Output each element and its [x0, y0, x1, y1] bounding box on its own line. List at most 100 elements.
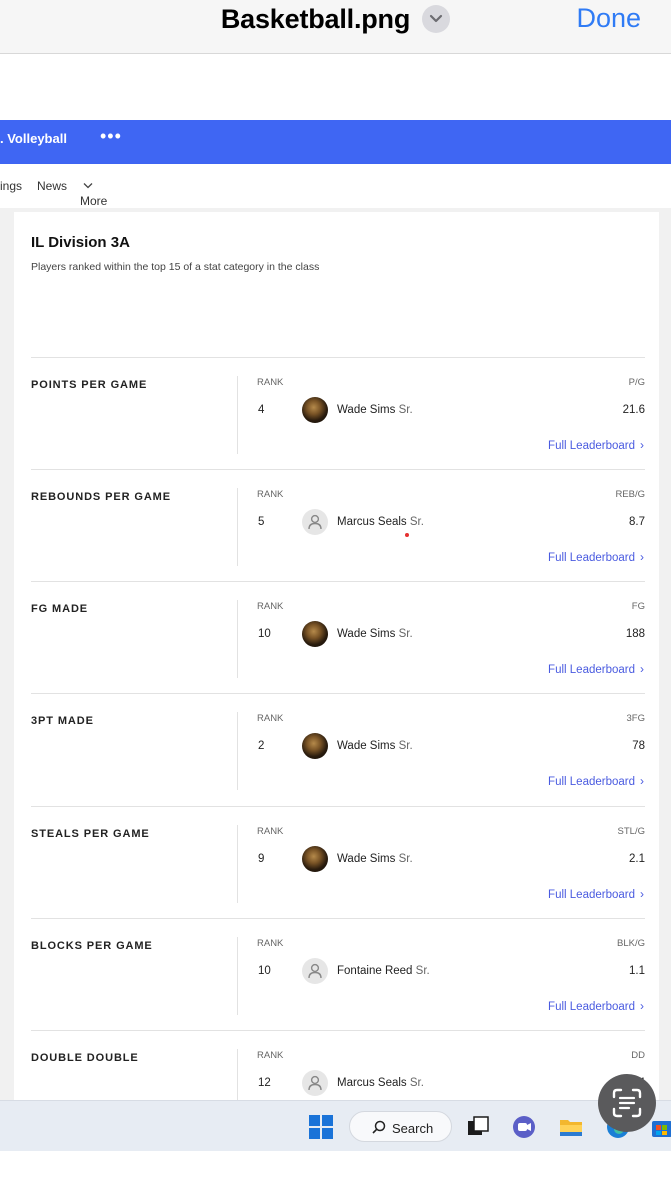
rank-value: 9: [258, 853, 265, 865]
stat-category: 3PT MADE: [31, 715, 94, 727]
player-year: Sr.: [398, 853, 413, 865]
player-name: Fontaine Reed: [337, 965, 413, 977]
rank-value: 10: [258, 628, 271, 640]
divider: [237, 712, 238, 790]
done-button[interactable]: Done: [576, 3, 641, 34]
player-name-link[interactable]: Wade Sims Sr.: [337, 740, 413, 752]
player-avatar[interactable]: [302, 1070, 328, 1096]
search-icon: [372, 1120, 386, 1134]
store-icon[interactable]: [650, 1115, 671, 1139]
stat-category: BLOCKS PER GAME: [31, 940, 153, 952]
player-name: Wade Sims: [337, 628, 396, 640]
player-name: Marcus Seals: [337, 516, 407, 528]
player-name-link[interactable]: Marcus Seals Sr.: [337, 516, 424, 528]
stat-category: FG MADE: [31, 603, 89, 615]
player-avatar[interactable]: [302, 621, 328, 647]
default-user-icon: [308, 963, 322, 979]
rank-header: RANK: [257, 601, 284, 612]
player-avatar[interactable]: [302, 846, 328, 872]
more-dots-icon[interactable]: •••: [100, 126, 122, 147]
site-header: . Volleyball •••: [0, 120, 671, 164]
nav-item-more[interactable]: More: [80, 178, 107, 208]
full-leaderboard-label: Full Leaderboard: [548, 440, 635, 452]
divider: [237, 825, 238, 903]
chevron-down-icon: [83, 178, 93, 192]
chevron-right-icon: ›: [640, 550, 644, 564]
stat-value: 2.1: [629, 853, 645, 865]
task-view-icon[interactable]: [466, 1115, 490, 1139]
player-name: Wade Sims: [337, 853, 396, 865]
file-explorer-icon[interactable]: [559, 1115, 583, 1139]
player-name: Wade Sims: [337, 404, 396, 416]
chevron-down-icon[interactable]: [422, 4, 451, 33]
divider: [237, 937, 238, 1015]
full-leaderboard-link[interactable]: Full Leaderboard ›: [548, 887, 644, 901]
stat-abbreviation: FG: [631, 601, 645, 612]
windows-start-icon[interactable]: [309, 1115, 333, 1139]
full-leaderboard-label: Full Leaderboard: [548, 664, 635, 676]
player-name-link[interactable]: Wade Sims Sr.: [337, 404, 413, 416]
divider: [237, 600, 238, 678]
full-leaderboard-link[interactable]: Full Leaderboard ›: [548, 438, 644, 452]
rank-header: RANK: [257, 489, 284, 500]
rank-value: 2: [258, 740, 265, 752]
nav-item-standings[interactable]: ings: [0, 179, 22, 193]
full-leaderboard-link[interactable]: Full Leaderboard ›: [548, 774, 644, 788]
rank-value: 5: [258, 516, 265, 528]
windows-taskbar: Search: [0, 1100, 671, 1151]
text-scan-icon: [612, 1088, 642, 1118]
nav-item-news[interactable]: News: [37, 179, 67, 193]
player-name: Marcus Seals: [337, 1077, 407, 1089]
stat-category: POINTS PER GAME: [31, 379, 148, 391]
player-year: Sr.: [409, 516, 424, 528]
sport-tab-label[interactable]: . Volleyball: [0, 131, 67, 146]
stat-row: BLOCKS PER GAME RANK BLK/G 10 Fontaine Reed …: [31, 918, 645, 1030]
rank-header: RANK: [257, 938, 284, 949]
chevron-right-icon: ›: [640, 887, 644, 901]
stat-value: 188: [625, 628, 645, 640]
stat-row: FG MADE RANK FG 10 Wade Sims Sr. 188 Full Lead…: [31, 581, 645, 693]
player-year: Sr.: [398, 404, 413, 416]
stat-abbreviation: REB/G: [615, 489, 645, 500]
stat-value: 1.1: [629, 965, 645, 977]
stat-abbreviation: BLK/G: [617, 938, 645, 949]
stat-abbreviation: 3FG: [626, 713, 645, 724]
player-name-link[interactable]: Marcus Seals Sr.: [337, 1077, 424, 1089]
player-avatar[interactable]: [302, 397, 328, 423]
chevron-right-icon: ›: [640, 662, 644, 676]
rank-header: RANK: [257, 377, 284, 388]
stat-leaders-card: IL Division 3A Players ranked within the…: [14, 212, 659, 1155]
full-leaderboard-label: Full Leaderboard: [548, 552, 635, 564]
divider: [237, 488, 238, 566]
full-leaderboard-link[interactable]: Full Leaderboard ›: [548, 662, 644, 676]
stat-row: STEALS PER GAME RANK STL/G 9 Wade Sims Sr. 2.…: [31, 806, 645, 918]
player-year: Sr.: [398, 740, 413, 752]
rank-value: 12: [258, 1077, 271, 1089]
player-name-link[interactable]: Fontaine Reed Sr.: [337, 965, 430, 977]
player-avatar[interactable]: [302, 958, 328, 984]
player-name-link[interactable]: Wade Sims Sr.: [337, 853, 413, 865]
player-avatar[interactable]: [302, 509, 328, 535]
chevron-right-icon: ›: [640, 438, 644, 452]
viewer-title[interactable]: Basketball.png: [0, 3, 671, 35]
rank-value: 4: [258, 404, 265, 416]
section-title: IL Division 3A: [31, 234, 130, 251]
full-leaderboard-label: Full Leaderboard: [548, 1001, 635, 1013]
taskbar-search[interactable]: Search: [349, 1111, 452, 1142]
player-year: Sr.: [409, 1077, 424, 1089]
full-leaderboard-link[interactable]: Full Leaderboard ›: [548, 999, 644, 1013]
full-leaderboard-link[interactable]: Full Leaderboard ›: [548, 550, 644, 564]
stat-category: REBOUNDS PER GAME: [31, 491, 171, 503]
teams-chat-icon[interactable]: [512, 1115, 536, 1139]
stat-abbreviation: DD: [631, 1050, 645, 1061]
default-user-icon: [308, 1075, 322, 1091]
section-subtitle: Players ranked within the top 15 of a st…: [31, 261, 320, 273]
player-name-link[interactable]: Wade Sims Sr.: [337, 628, 413, 640]
viewer-bottom-area: [0, 1151, 671, 1200]
chevron-right-icon: ›: [640, 999, 644, 1013]
nav-more-label: More: [80, 194, 108, 208]
stat-row: REBOUNDS PER GAME RANK REB/G 5 Marcus Seals …: [31, 469, 645, 581]
live-text-scan-button[interactable]: [598, 1074, 656, 1132]
player-avatar[interactable]: [302, 733, 328, 759]
rank-header: RANK: [257, 1050, 284, 1061]
